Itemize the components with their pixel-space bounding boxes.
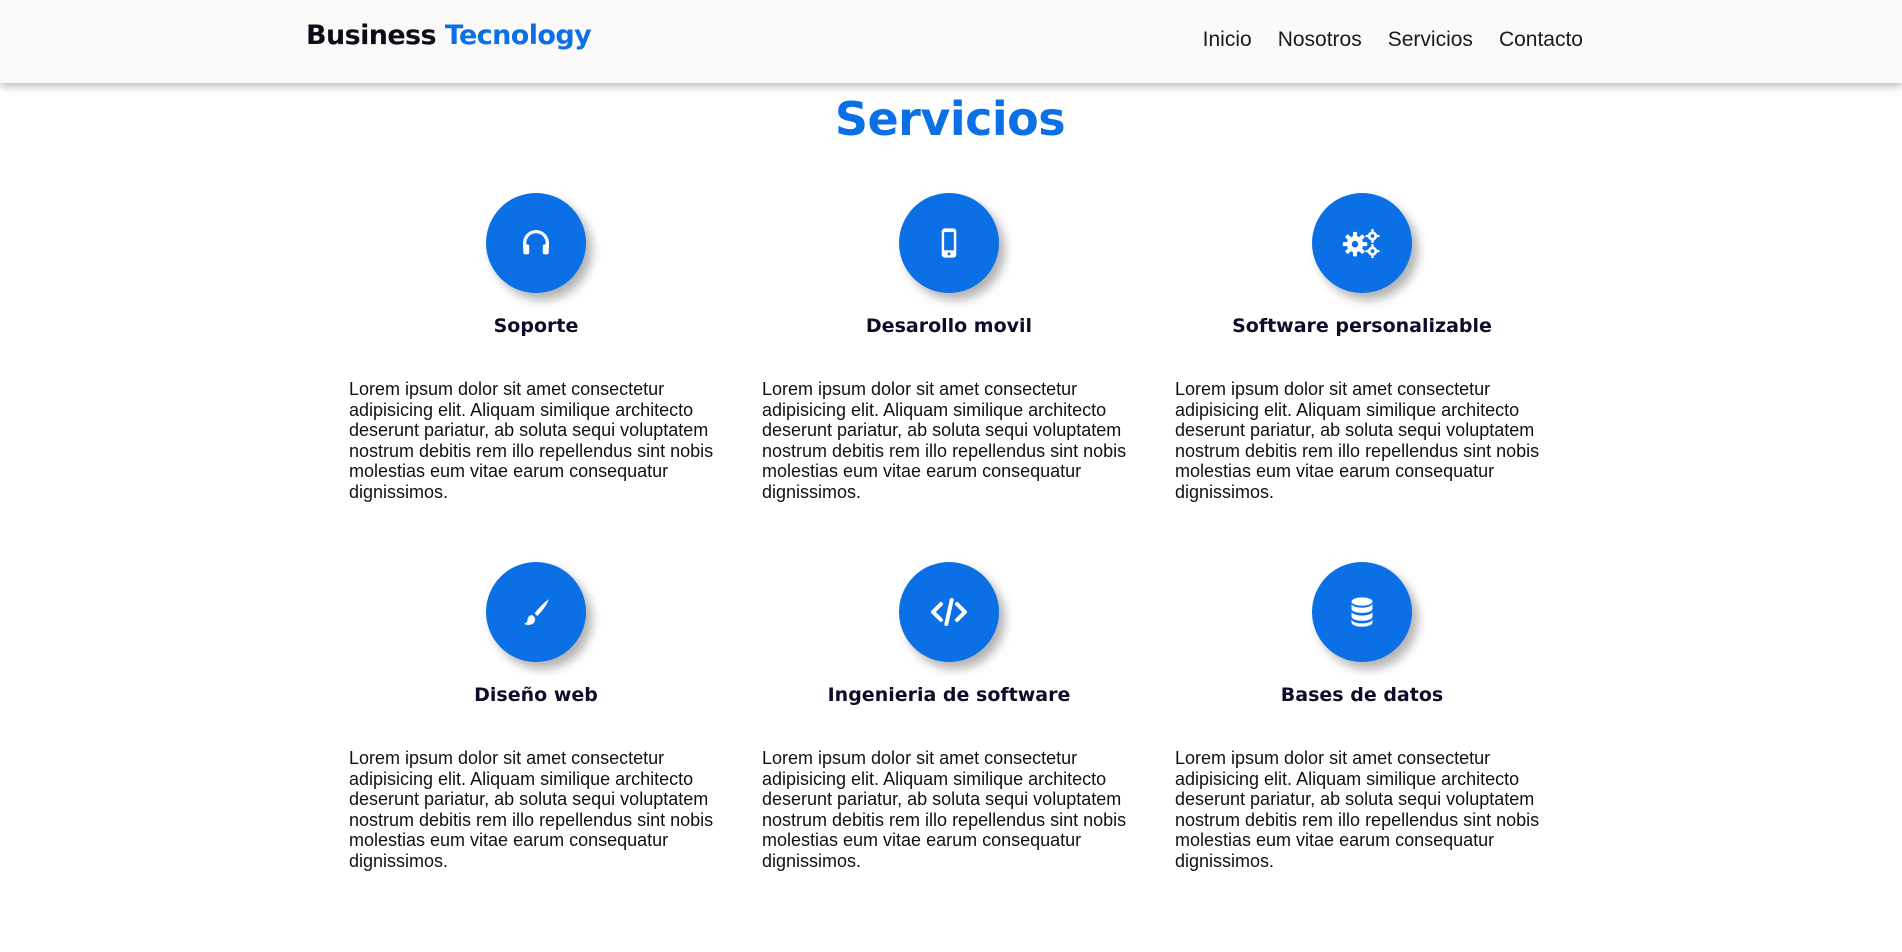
nav-link-nosotros[interactable]: Nosotros [1278,28,1362,52]
brand-name-primary[interactable]: Business [306,20,437,51]
service-icon-circle [1312,562,1412,662]
nav-link-servicios[interactable]: Servicios [1388,28,1473,52]
code-icon [929,596,969,628]
service-title: Bases de datos [1280,684,1444,706]
service-title: Ingenieria de software [827,684,1071,706]
service-description: Lorem ipsum dolor sit amet consectetur a… [762,379,1127,502]
service-icon-circle [899,562,999,662]
section-title: Servicios [834,92,1066,146]
paint-brush-icon [519,595,553,629]
service-description: Lorem ipsum dolor sit amet consectetur a… [762,748,1127,871]
service-title: Diseño web [474,684,598,706]
headphones-icon [519,226,553,260]
site-header: Business Tecnology Inicio Nosotros Servi… [0,0,1902,83]
database-icon [1347,595,1377,629]
service-description: Lorem ipsum dolor sit amet consectetur a… [349,379,714,502]
nav-link-contacto[interactable]: Contacto [1499,28,1583,52]
service-icon-circle [486,193,586,293]
service-title: Soporte [493,315,579,337]
service-title: Desarollo movil [865,315,1033,337]
brand-name-accent[interactable]: Tecnology [445,20,592,51]
main-nav: Inicio Nosotros Servicios Contacto [1203,28,1583,52]
service-title: Software personalizable [1232,315,1492,337]
service-icon-circle [1312,193,1412,293]
nav-link-inicio[interactable]: Inicio [1203,28,1252,52]
mobile-phone-icon [934,226,964,260]
service-description: Lorem ipsum dolor sit amet consectetur a… [1175,748,1540,871]
service-description: Lorem ipsum dolor sit amet consectetur a… [1175,379,1540,502]
brand-logo[interactable]: Business Tecnology [306,20,592,51]
service-icon-circle [486,562,586,662]
gears-icon [1341,225,1383,261]
service-icon-circle [899,193,999,293]
service-description: Lorem ipsum dolor sit amet consectetur a… [349,748,714,871]
